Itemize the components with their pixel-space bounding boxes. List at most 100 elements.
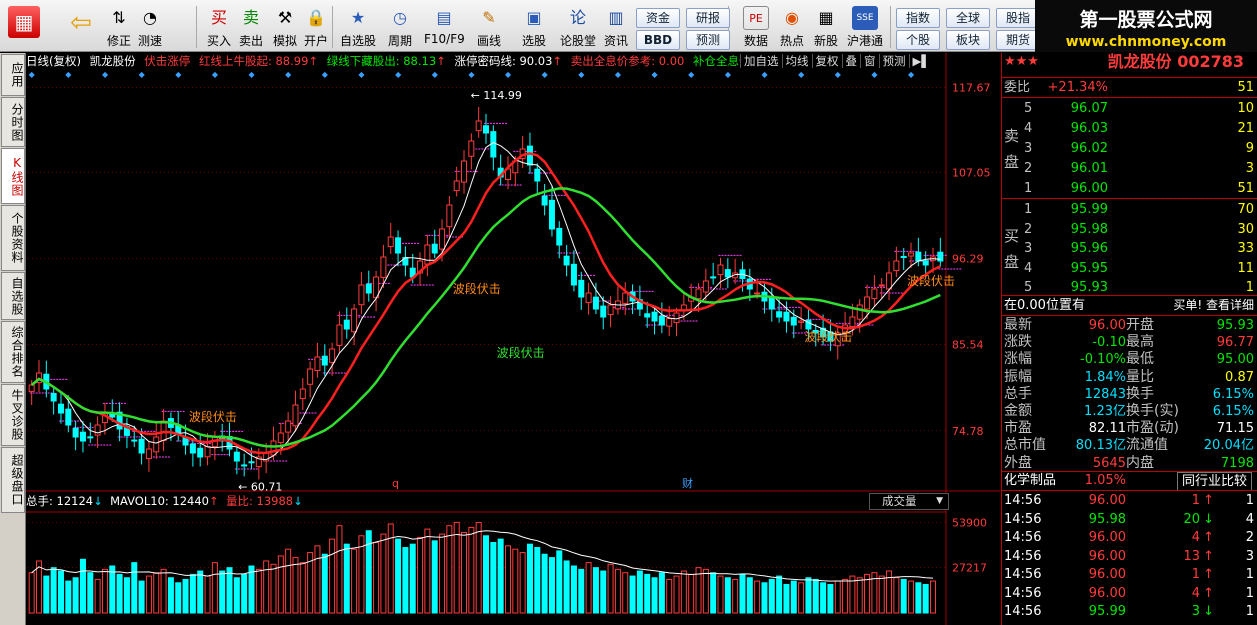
chart-tab-1[interactable]: 均线 xyxy=(781,54,812,68)
sell-icon: 卖 xyxy=(242,8,259,27)
chart-tab-5[interactable]: 预测 xyxy=(878,54,909,68)
tick-price: 95.98 xyxy=(1088,511,1126,527)
toolbar-newstock-button[interactable]: ▦ 新股 xyxy=(811,4,841,50)
candle-body xyxy=(79,431,86,442)
toolbar-f10-button[interactable]: ▤ F10/F9 xyxy=(424,4,465,50)
toolbar-3-button[interactable]: 预测 xyxy=(686,30,730,50)
toolbar-hot-button[interactable]: ◉ 热点 xyxy=(776,4,808,50)
tick-time: 14:56 xyxy=(1004,548,1042,564)
ask-price: 96.07 xyxy=(1070,101,1108,116)
candle-body xyxy=(790,316,797,326)
toolbar-lun-button[interactable]: 论论股堂 xyxy=(558,4,598,50)
toolbar-4-button[interactable]: 指数 xyxy=(896,8,940,28)
industry-pct: 1.05% xyxy=(1084,473,1126,488)
weibi-diff: 51 xyxy=(1237,80,1254,95)
volume-bar xyxy=(556,550,563,614)
detail-link[interactable]: 买单! 查看详细 xyxy=(1173,297,1254,314)
volume-bar xyxy=(834,580,841,614)
toolbar-clock-button[interactable]: ◷ 周期 xyxy=(384,4,416,50)
toolbar-7-button[interactable]: 板块 xyxy=(946,30,990,50)
toolbar-9-button[interactable]: 期货 xyxy=(996,30,1040,50)
left-tab-7[interactable]: 超级盘口 xyxy=(1,447,25,513)
volume-bar xyxy=(592,567,599,614)
volume-bar xyxy=(658,572,665,614)
industry-name: 化学制品 xyxy=(1004,473,1057,488)
left-tab-2[interactable]: K线图 xyxy=(1,148,25,204)
volume-bar xyxy=(563,560,570,614)
chart-tab-0[interactable]: 加自选 xyxy=(740,54,782,68)
volume-bar xyxy=(299,562,306,614)
toolbar-label: 沪港通 xyxy=(846,34,883,48)
candle-body xyxy=(248,461,255,464)
volume-bar xyxy=(277,555,284,614)
candle-body xyxy=(204,446,211,458)
toolbar-hkex-button[interactable]: SSE 沪港通 xyxy=(846,4,884,50)
candle-body xyxy=(849,316,856,328)
stat-label: 换手 xyxy=(1126,385,1154,402)
toolbar-1-button[interactable]: BBD xyxy=(636,30,680,50)
toolbar-pen-button[interactable]: ✎ 画线 xyxy=(470,4,508,50)
toolbar-5-button[interactable]: 个股 xyxy=(896,30,940,50)
toolbar-2-button[interactable]: 研报 xyxy=(686,8,730,28)
kline-chart[interactable]: 117.67 107.05 96.29 85.54 74.78 ◆ ◆ ◆ ◆ ◆ ◆ ◆ ◆ ◆ ◆ ◆ ◆ ◆… xyxy=(26,53,1000,625)
toolbar-label: 画线 xyxy=(476,34,501,48)
toolbar-star-button[interactable]: ★ 自选股 xyxy=(338,4,378,50)
toolbar-news-button[interactable]: ▥ 资讯 xyxy=(602,4,630,50)
tick-row: 14:56 96.00 4 ↑ 1 xyxy=(1002,585,1257,602)
tick-volume: 13 xyxy=(1183,548,1200,564)
expand-icon[interactable]: ▶▌ xyxy=(908,54,934,68)
candle-body xyxy=(922,260,929,266)
toolbar-speed-button[interactable]: ◔ 测速 xyxy=(134,4,166,50)
volume-bar xyxy=(79,558,86,614)
chart-tab-2[interactable]: 复权 xyxy=(811,54,842,68)
ask-volume: 21 xyxy=(1237,121,1254,136)
left-tab-4[interactable]: 自选股 xyxy=(1,272,25,320)
toolbar-lock-button[interactable]: 🔒 开户 xyxy=(301,4,331,50)
toolbar-8-button[interactable]: 股指 xyxy=(996,8,1040,28)
toolbar-label: F10/F9 xyxy=(424,32,465,46)
volume-bar xyxy=(768,578,775,614)
indicator-select[interactable]: 成交量 ▼ xyxy=(869,493,949,510)
toolbar-buy-button[interactable]: 买买入 xyxy=(204,4,234,50)
toolbar-pe-button[interactable]: PE 数据 xyxy=(738,4,774,50)
toolbar-monitor-button[interactable]: ▣ 选股 xyxy=(518,4,550,50)
volume-bar xyxy=(688,573,695,614)
stat-value: 5645 xyxy=(1092,455,1126,471)
candle-body xyxy=(724,269,731,278)
divider xyxy=(1002,295,1257,296)
tick-volume: 3 xyxy=(1191,604,1200,619)
toolbar-0-button[interactable]: 资金 xyxy=(636,8,680,28)
indicator-name: 伏击涨停 xyxy=(144,54,191,68)
chart-tab-3[interactable]: 叠 xyxy=(841,54,860,68)
left-tab-6[interactable]: 牛叉诊股 xyxy=(1,384,25,446)
toolbar-windows-button[interactable]: ▦ xyxy=(4,4,44,50)
toolbar-arrows-button[interactable]: ⇅ 修正 xyxy=(104,4,134,50)
toolbar-6-button[interactable]: 全球 xyxy=(946,8,990,28)
stat-label: 涨跌 xyxy=(1004,334,1032,351)
stat-row: 市盈 82.11 市盈(动) 71.15 xyxy=(1002,420,1257,437)
left-tab-5[interactable]: 综合排名 xyxy=(1,321,25,383)
volume-bar xyxy=(204,575,211,614)
vol-tick-label: 53900 xyxy=(952,517,987,530)
stat-row: 涨跌 -0.10 最高 96.77 xyxy=(1002,334,1257,351)
pe-icon: PE xyxy=(743,6,769,30)
toolbar-sell-button[interactable]: 卖卖出 xyxy=(236,4,266,50)
left-tab-0[interactable]: 应用 xyxy=(1,54,25,96)
left-tab-3[interactable]: 个股资料 xyxy=(1,205,25,271)
volume-bar xyxy=(512,548,519,614)
ask-level: 1 xyxy=(1024,181,1033,196)
candle-body xyxy=(50,392,57,402)
candle-body xyxy=(886,272,893,290)
volume-bar xyxy=(160,568,167,614)
candle-body xyxy=(592,296,599,310)
industry-compare-button[interactable]: 同行业比较 xyxy=(1176,472,1252,491)
volume-bar xyxy=(72,577,79,614)
volume-bar xyxy=(585,562,592,614)
chart-tab-4[interactable]: 窗 xyxy=(860,54,879,68)
toolbar-hammer-button[interactable]: ⚒ 模拟 xyxy=(270,4,300,50)
candle-body xyxy=(387,236,394,248)
left-tab-1[interactable]: 分时图 xyxy=(1,97,25,147)
toolbar-back-arrow-button[interactable]: ⇦ xyxy=(62,4,100,50)
volume-bar xyxy=(373,542,380,614)
bid-level-row: 1 95.99 70 xyxy=(1002,201,1257,218)
